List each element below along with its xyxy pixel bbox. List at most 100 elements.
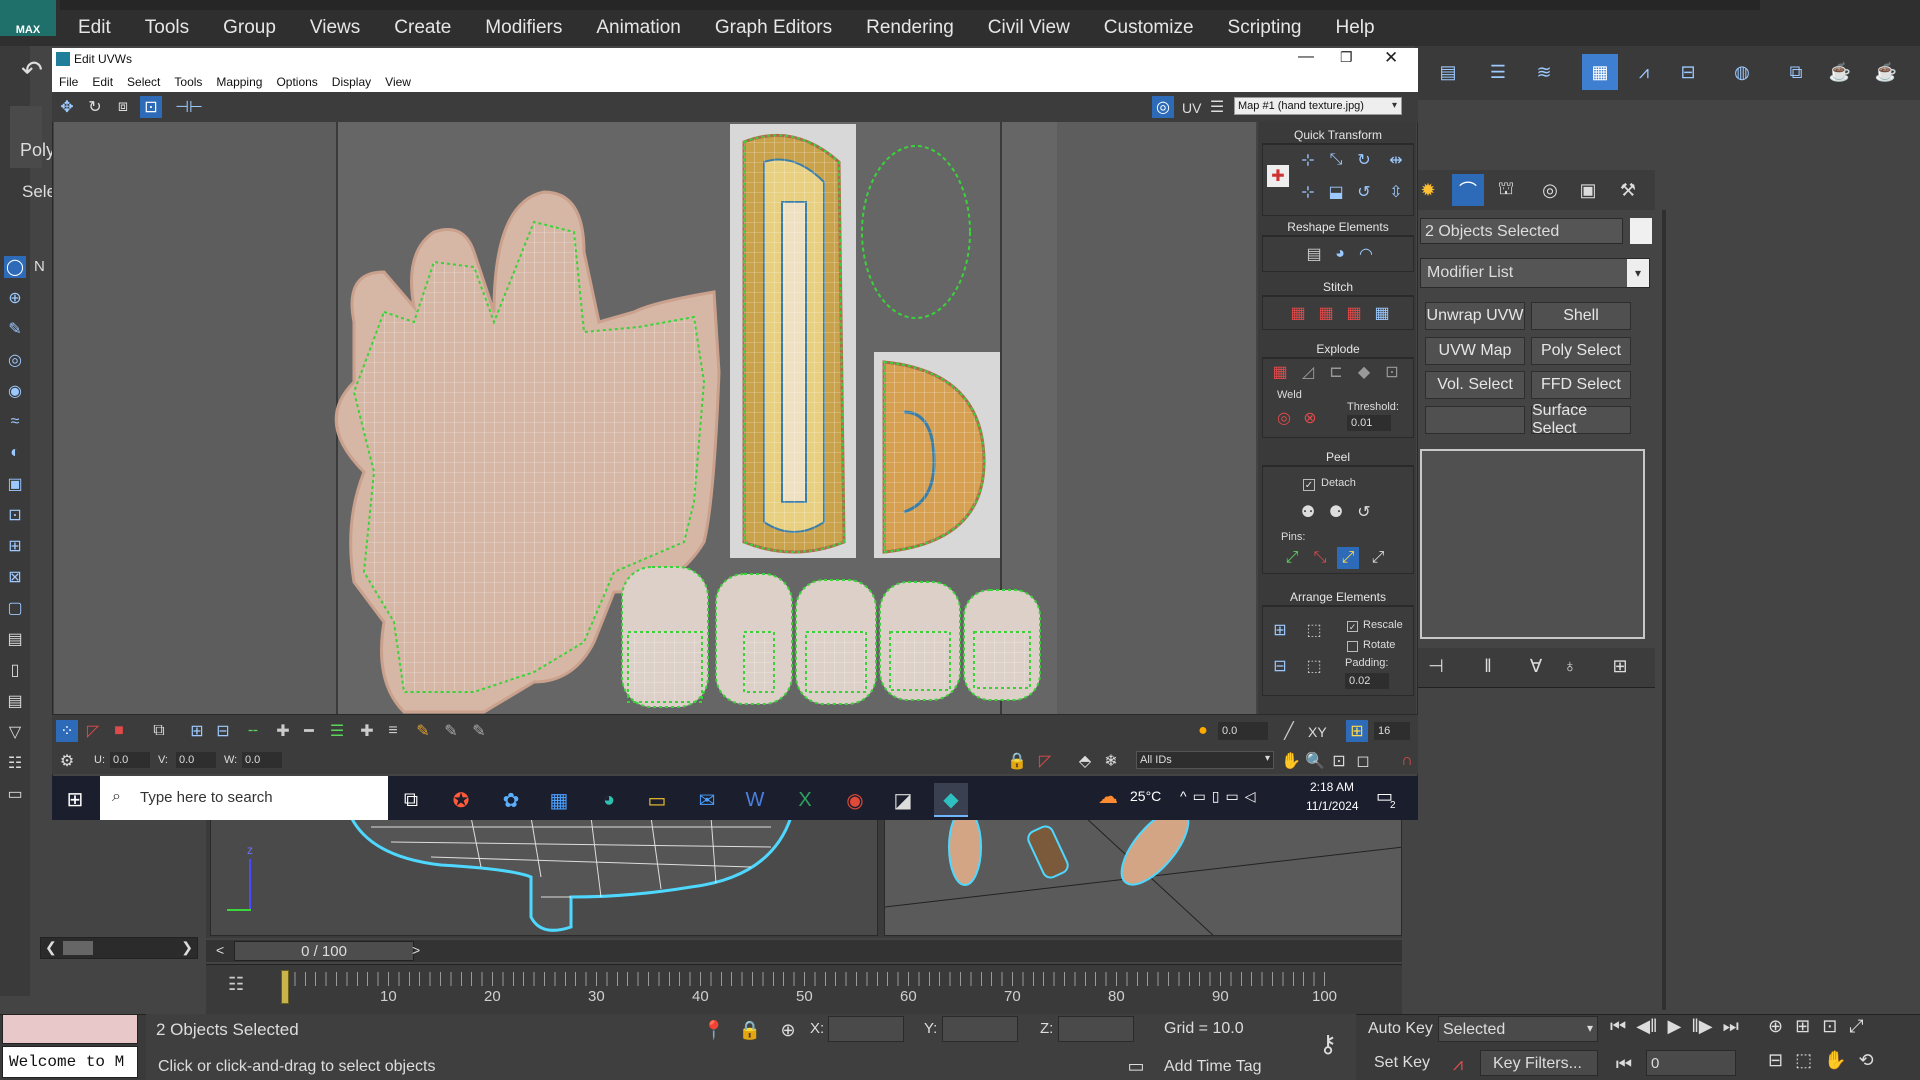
pack-preview-icon[interactable]: ⬚ (1303, 655, 1325, 677)
vol-select-button[interactable]: Vol. Select (1425, 371, 1525, 399)
tray-icons[interactable]: ^▭▯▭◁ (1180, 788, 1262, 805)
move-tool-icon[interactable]: ✥ (56, 96, 78, 118)
render-icon[interactable]: ☕ (1872, 58, 1900, 86)
show-map-icon[interactable]: ◎ (1152, 96, 1174, 118)
shrink-ring-icon[interactable]: ≡ (382, 720, 404, 742)
stitch-source-icon[interactable]: ▦ (1343, 302, 1365, 324)
curve-key-icon[interactable]: ⩘ (1444, 1050, 1472, 1078)
select-by-name-icon[interactable]: ⊕ (4, 287, 26, 309)
maxscript-mini-listener[interactable]: Welcome to M (2, 1046, 138, 1078)
menu-help[interactable]: Help (1335, 17, 1374, 39)
scene-explorer-scrollbar[interactable]: ❮ ❯ (40, 937, 198, 959)
weld-selected-icon[interactable]: ⊗ (1299, 407, 1321, 429)
scene-tab-n[interactable]: N (34, 258, 45, 275)
freeze-icon[interactable]: ❄ (1100, 750, 1122, 772)
x-coord-field[interactable] (828, 1016, 904, 1042)
explode-header[interactable]: Explode (1262, 340, 1414, 358)
relax-icon[interactable]: ◕ (1329, 243, 1351, 265)
menu-rendering[interactable]: Rendering (866, 17, 954, 39)
threshold-field[interactable]: 0.01 (1347, 415, 1391, 431)
empty-modifier-button[interactable] (1425, 406, 1525, 434)
uvw-menu-view[interactable]: View (385, 75, 411, 89)
uvw-menu-file[interactable]: File (59, 75, 78, 89)
uvw-map-button[interactable]: UVW Map (1425, 337, 1525, 365)
auto-key-button[interactable]: Auto Key (1368, 1020, 1433, 1038)
uv-options-icon[interactable]: ☰ (1206, 96, 1228, 118)
align-v-icon[interactable]: ⊹ (1297, 181, 1319, 203)
poly-select-button[interactable]: Poly Select (1531, 337, 1631, 365)
v-field[interactable]: 0.0 (176, 752, 216, 768)
time-cursor[interactable] (281, 970, 289, 1004)
zoom-extents-nav-icon[interactable]: ⊡ (1822, 1016, 1837, 1037)
align-h-icon[interactable]: ⊹ (1297, 149, 1319, 171)
taskbar-app-2-icon[interactable]: ◪ (886, 783, 920, 817)
paint-grow-icon[interactable]: ✎ (440, 720, 462, 742)
shape-tool-icon[interactable]: ⊞ (4, 535, 26, 557)
wave-tool-icon[interactable]: ≈ (4, 411, 26, 433)
break-icon[interactable]: ▦ (1269, 361, 1291, 383)
utilities-tab-icon[interactable]: ⚒ (1614, 176, 1642, 204)
grow-ring-icon[interactable]: ✚ (356, 720, 378, 742)
absolute-transform-icon[interactable]: ⊕ (774, 1016, 802, 1044)
menu-group[interactable]: Group (223, 17, 276, 39)
select-element-icon[interactable]: ⧉ (148, 720, 170, 742)
minimize-icon[interactable]: — (1298, 48, 1314, 66)
rotate-ccw-icon[interactable]: ↺ (1353, 181, 1375, 203)
falloff-icon[interactable]: ╱ (1278, 720, 1300, 742)
list-icon[interactable]: ▤ (4, 690, 26, 712)
maximize-icon[interactable]: ❐ (1340, 49, 1353, 66)
scroll-left-icon[interactable]: ❮ (45, 939, 57, 956)
explode-verts-icon[interactable]: ◆ (1353, 361, 1375, 383)
time-slider[interactable]: < 0 / 100 > (206, 940, 1402, 962)
render-setup-icon[interactable]: ⧉ (1782, 58, 1810, 86)
orbit-icon[interactable]: ⟲ (1859, 1050, 1874, 1071)
remove-modifier-icon[interactable]: ♁ (1556, 652, 1584, 680)
delete-pins-icon[interactable]: ⤡ (1309, 547, 1331, 569)
isolate-icon[interactable]: 📍 (700, 1016, 728, 1044)
schematic-icon[interactable]: ⊟ (1674, 58, 1702, 86)
store-icon[interactable]: ▦ (542, 783, 576, 817)
scroll-right-icon[interactable]: ❯ (181, 939, 193, 956)
scale-tool-icon[interactable]: ⧈ (112, 96, 134, 118)
layer-icon[interactable]: ☰ (1484, 58, 1512, 86)
time-next-icon[interactable]: > (412, 942, 420, 958)
filter-selected-icon[interactable]: ◸ (1034, 750, 1056, 772)
material-editor-icon[interactable]: ◍ (1728, 58, 1756, 86)
menu-scripting[interactable]: Scripting (1228, 17, 1302, 39)
explode-faces-icon[interactable]: ◿ (1297, 361, 1319, 383)
uvw-menu-options[interactable]: Options (276, 75, 317, 89)
go-to-start-icon[interactable]: ⏮ (1610, 1016, 1626, 1037)
pin-stack-icon[interactable]: ⊣ (1422, 652, 1450, 680)
undo-icon[interactable]: ↶ (18, 55, 46, 85)
y-coord-field[interactable] (942, 1016, 1018, 1042)
display-tab-icon[interactable]: ▣ (1574, 176, 1602, 204)
surface-select-button[interactable]: Surface Select (1531, 402, 1631, 437)
loop-icon[interactable]: ╌ (242, 720, 264, 742)
mail-icon[interactable]: ✉ (690, 783, 724, 817)
align-diag-icon[interactable]: ⤡ (1325, 149, 1347, 171)
link-tool-icon[interactable]: ⊡ (4, 504, 26, 526)
rotate-checkbox[interactable] (1347, 641, 1358, 652)
time-slider-thumb[interactable]: 0 / 100 (234, 941, 414, 961)
unwrap-uvw-button[interactable]: Unwrap UVW (1425, 302, 1525, 330)
clock-date[interactable]: 11/1/2024 (1306, 799, 1359, 813)
zoom-extents-icon[interactable]: ◻ (1352, 750, 1374, 772)
lock-selection-icon[interactable]: 🔒 (1006, 750, 1028, 772)
play-icon[interactable]: ▶ (1667, 1016, 1681, 1037)
taskbar-app-1-icon[interactable]: ✪ (444, 783, 478, 817)
ribbon-poly-label[interactable]: Poly (20, 140, 55, 161)
z-coord-field[interactable] (1058, 1016, 1134, 1042)
paint-select-icon[interactable]: ✎ (4, 318, 26, 340)
flatten-icon[interactable]: ◠ (1355, 243, 1377, 265)
align-icon[interactable]: ▤ (1434, 58, 1462, 86)
layer-manager-icon[interactable]: ▭ (4, 783, 26, 805)
trackbar-menu-icon[interactable]: ☷ (228, 974, 252, 996)
zoom-nav-icon[interactable]: ⊕ (1768, 1016, 1783, 1037)
scroll-thumb[interactable] (63, 941, 93, 955)
key-mode-dropdown[interactable]: Selected ▾ (1438, 1016, 1598, 1042)
region-zoom-icon[interactable]: ⬚ (1795, 1050, 1812, 1071)
edit-pins-icon[interactable]: ⤢ (1281, 547, 1303, 569)
pack-normalize-icon[interactable]: ⊞ (1269, 619, 1291, 641)
menu-tools[interactable]: Tools (145, 17, 189, 39)
menu-modifiers[interactable]: Modifiers (485, 17, 562, 39)
